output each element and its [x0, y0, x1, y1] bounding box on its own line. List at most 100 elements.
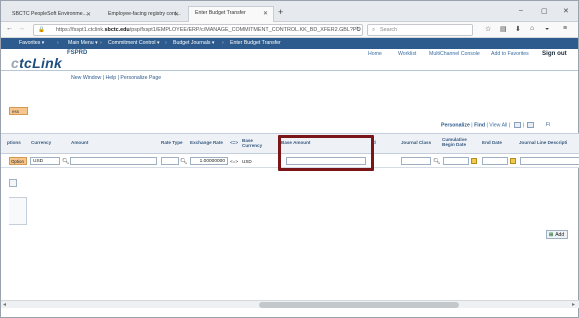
nav-separator: › — [100, 40, 102, 46]
search-placeholder: Search — [380, 27, 398, 33]
find-link[interactable]: Find — [474, 122, 485, 128]
search-icon: ⌕ — [372, 27, 376, 33]
tab-label: Enter Budget Transfer — [195, 10, 246, 16]
col-exchange-rate: Exchange Rate — [190, 140, 223, 145]
add-button[interactable]: ⊞ Add — [546, 230, 568, 239]
currency-field[interactable]: USD — [30, 157, 60, 165]
tab-label: SBCTC PeopleSoft Environme... — [12, 11, 87, 17]
new-tab-icon[interactable]: + — [278, 7, 283, 17]
peoplesoft-nav-bar: Favorites ▾ › Main Menu ▾ › Commitment C… — [1, 38, 578, 49]
rate-arrows[interactable]: <=> — [230, 159, 238, 164]
pocket-icon[interactable]: ◒ — [545, 25, 549, 32]
rate-type-field[interactable] — [161, 157, 179, 165]
minimize-icon[interactable]: – — [519, 7, 523, 14]
menu-icon[interactable]: ≡ — [563, 25, 567, 32]
personalize-grid-link[interactable]: Personalize — [441, 122, 470, 128]
col-options: ptions — [7, 140, 21, 145]
journal-class-field[interactable] — [401, 157, 431, 165]
new-window-link[interactable]: New Window — [71, 75, 101, 81]
sign-out-link[interactable]: Sign out — [542, 50, 567, 57]
journal-class-lookup-icon[interactable]: 🔍︎ — [433, 158, 441, 165]
tab-label: Employee-facing registry cont... — [108, 11, 181, 17]
col-journal-line-description: Journal Line Descripti — [519, 140, 568, 145]
nav-separator: › — [57, 40, 59, 46]
col-currency: Currency — [31, 140, 52, 145]
calendar-icon[interactable] — [510, 158, 516, 164]
amount-field[interactable] — [70, 157, 157, 165]
col-rate-type: Rate Type — [161, 140, 183, 145]
horizontal-scrollbar[interactable]: ◂ ▸ — [1, 300, 579, 308]
help-row: New Window | Help | Personalize Page — [71, 75, 162, 81]
base-currency-value: USD — [242, 159, 252, 164]
main-menu[interactable]: Main Menu ▾ — [68, 40, 98, 46]
address-toolbar: ← → 🔒 https://fsspt1.ctclink.sbctc.edu/p… — [1, 22, 578, 38]
browser-tab-budget-transfer[interactable]: Enter Budget Transfer ✕ — [188, 6, 274, 22]
scroll-left-icon[interactable]: ◂ — [3, 301, 6, 308]
download-grid-icon[interactable] — [513, 122, 521, 128]
ctclink-logo: ctcLink — [11, 55, 63, 71]
first-link[interactable]: Fi — [546, 122, 550, 128]
calendar-icon[interactable] — [471, 158, 477, 164]
browser-search-input[interactable]: ⌕ Search — [367, 24, 473, 36]
nav-separator: › — [165, 40, 167, 46]
download-icon[interactable]: ⬇ — [515, 25, 521, 33]
currency-lookup-icon[interactable]: 🔍︎ — [62, 158, 70, 165]
browser-tab-sbctc[interactable]: SBCTC PeopleSoft Environme... ✕ — [5, 7, 97, 22]
star-icon[interactable]: ☆ — [485, 25, 491, 33]
lock-icon: 🔒 — [38, 27, 45, 33]
scrollbar-thumb[interactable] — [259, 302, 459, 308]
rate-type-lookup-icon[interactable]: 🔍︎ — [180, 158, 188, 165]
view-all-link[interactable]: View All — [489, 122, 507, 128]
browser-window: SBCTC PeopleSoft Environme... ✕ Employee… — [0, 0, 579, 318]
reload-icon[interactable]: ↻ — [356, 26, 361, 33]
row-select-checkbox[interactable] — [9, 179, 17, 187]
grid-toolbar: Personalize | Find | View All | | Fi — [441, 122, 551, 129]
col-journal-class: Journal Class — [401, 140, 432, 145]
col-base-currency: Base Currency — [242, 138, 263, 148]
home-link[interactable]: Home — [368, 51, 382, 57]
tab-bar: SBCTC PeopleSoft Environme... ✕ Employee… — [1, 1, 578, 22]
col-arrows: <=> — [230, 140, 239, 145]
library-icon[interactable]: ▤ — [500, 25, 507, 33]
col-cumulative-begin-date: Cumulative Begin Date — [442, 137, 467, 147]
commitment-control-menu[interactable]: Commitment Control ▾ — [108, 40, 160, 46]
favorites-menu[interactable]: Favorites ▾ — [19, 40, 44, 46]
budget-journals-menu[interactable]: Budget Journals ▾ — [173, 40, 215, 46]
forward-icon[interactable]: → — [18, 25, 25, 32]
col-end-date: End Date — [482, 140, 502, 145]
url-path: /psp/fsspt1/EMPLOYEE/ERP/c/MANAGE_COMMIT… — [129, 27, 361, 33]
url-bar[interactable]: 🔒 https://fsspt1.ctclink.sbctc.edu/psp/f… — [33, 24, 363, 36]
enter-budget-transfer-link[interactable]: Enter Budget Transfer — [230, 40, 281, 46]
help-link[interactable]: Help — [106, 75, 117, 81]
close-tab-icon[interactable]: ✕ — [263, 10, 268, 17]
highlight-box — [278, 135, 374, 171]
scroll-right-icon[interactable]: ▸ — [572, 301, 575, 308]
add-label: Add — [555, 232, 565, 238]
page-header: ctcLink FSPRD Home Worklist MultiChannel… — [1, 49, 578, 71]
col-amount: Amount — [71, 140, 89, 145]
worklist-link[interactable]: Worklist — [398, 51, 416, 57]
close-tab-icon[interactable]: ✕ — [86, 11, 91, 18]
back-icon[interactable]: ← — [6, 25, 13, 32]
close-window-icon[interactable]: ✕ — [563, 7, 569, 15]
close-tab-icon[interactable]: ✕ — [174, 11, 179, 18]
environment-label: FSPRD — [67, 50, 88, 56]
home-icon[interactable]: ⌂ — [530, 25, 534, 32]
orange-tab-button[interactable]: ess — [9, 107, 28, 115]
options-button[interactable]: Option — [9, 157, 27, 165]
plus-icon: ⊞ — [549, 232, 554, 238]
exchange-rate-field[interactable]: 1.00000000 — [190, 157, 228, 165]
cumulative-begin-date-field[interactable] — [443, 157, 469, 165]
side-panel — [9, 197, 27, 225]
url-prefix: https://fsspt1.ctclink. — [56, 27, 105, 33]
journal-line-description-field[interactable] — [520, 157, 579, 165]
url-domain: sbctc.edu — [104, 27, 130, 33]
zoom-grid-icon[interactable] — [527, 122, 535, 128]
maximize-icon[interactable]: ▢ — [541, 7, 548, 15]
nav-separator: › — [222, 40, 224, 46]
personalize-page-link[interactable]: Personalize Page — [120, 75, 161, 81]
add-to-favorites-link[interactable]: Add to Favorites — [491, 51, 529, 57]
browser-tab-registry[interactable]: Employee-facing registry cont... ✕ — [101, 7, 185, 22]
end-date-field[interactable] — [482, 157, 508, 165]
multichannel-console-link[interactable]: MultiChannel Console — [429, 51, 480, 57]
